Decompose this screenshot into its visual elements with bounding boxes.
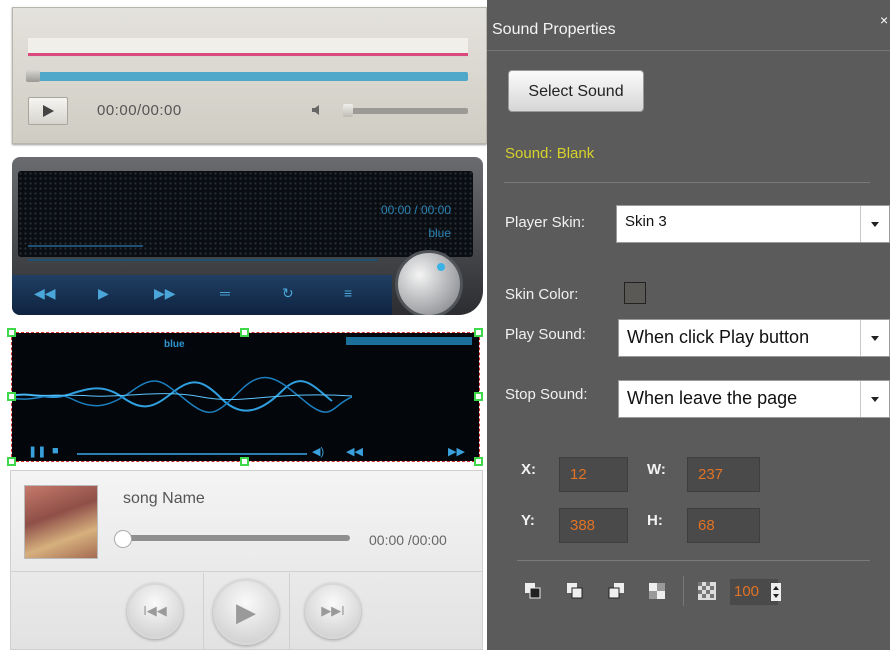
playlist-icon[interactable]: ≡ [344,285,352,301]
skin-color-label: blue [428,226,451,240]
chevron-down-icon[interactable] [860,206,889,242]
play-button[interactable] [28,97,68,125]
player-skin-value: Skin 3 [625,213,667,230]
volume-knob[interactable] [343,104,353,117]
chevron-down-icon[interactable] [860,320,889,356]
volume-slider[interactable] [343,108,468,114]
previous-track-button[interactable]: I◀◀ [127,583,183,639]
select-sound-button[interactable]: Select Sound [508,70,644,112]
repeat-icon[interactable]: ↻ [282,285,294,302]
stop-sound-label: Stop Sound: [505,386,588,403]
time-display: 00:00 / 00:00 [380,203,451,217]
bring-to-front-icon[interactable] [523,581,543,601]
next-track-button[interactable]: ▶▶I [305,583,361,639]
y-label: Y: [521,512,535,529]
resize-handle[interactable] [240,328,249,337]
divider [289,573,290,649]
volume-dial[interactable] [395,250,463,315]
divider [683,576,684,606]
player-skin-label: Player Skin: [505,214,586,231]
x-input[interactable]: 12 [559,457,628,492]
play-sound-label: Play Sound: [505,326,586,343]
rewind-icon[interactable]: ◀◀ [34,285,56,302]
y-input[interactable]: 388 [559,508,628,543]
bring-forward-icon[interactable] [565,581,585,601]
resize-handle[interactable] [474,457,483,466]
play-button[interactable]: ▶ [213,579,279,645]
resize-handle[interactable] [7,392,16,401]
send-to-back-icon[interactable] [647,581,667,601]
x-label: X: [521,461,536,478]
resize-handle[interactable] [474,328,483,337]
progress-line [28,245,143,247]
h-input[interactable]: 68 [687,508,760,543]
sound-properties-panel: Sound Properties × Select Sound Sound: B… [487,0,890,650]
volume-icon[interactable] [311,103,325,117]
panel-title: Sound Properties [492,21,616,38]
seek-bar[interactable] [118,535,350,541]
sound-status: Sound: Blank [505,145,595,162]
stop-icon[interactable]: ═ [220,285,230,301]
player-skin-1[interactable]: 00:00/00:00 [12,7,487,144]
progress-line [28,53,468,56]
divider [11,571,482,572]
player-skin-2[interactable]: 00:00 / 00:00 blue ◀◀ ▶ ▶▶ ═ ↻ ≡ [12,157,483,315]
song-name: song Name [123,490,205,507]
play-sound-value: When click Play button [627,327,810,347]
player-screen: 00:00 / 00:00 blue [18,171,473,261]
stop-sound-select[interactable]: When leave the page [618,380,890,418]
opacity-icon [698,582,716,600]
resize-handle[interactable] [474,392,483,401]
seek-knob[interactable] [114,530,132,548]
resize-handle[interactable] [7,457,16,466]
divider [504,182,870,183]
close-icon[interactable]: × [880,12,888,28]
album-art [24,485,98,559]
h-label: H: [647,512,663,529]
skin-color-swatch[interactable] [624,282,646,304]
send-backward-icon[interactable] [607,581,627,601]
spinner-icon[interactable] [771,583,781,601]
fast-forward-icon[interactable]: ▶▶ [154,285,176,302]
time-display: 00:00 /00:00 [369,532,447,548]
play-icon[interactable]: ▶ [98,285,109,302]
divider [517,560,870,561]
player-skin-select[interactable]: Skin 3 [616,205,890,243]
seek-bar[interactable] [28,72,468,81]
stop-sound-value: When leave the page [627,388,798,408]
selection-frame [11,332,480,462]
divider [203,573,204,649]
skin-color-label: Skin Color: [505,286,579,303]
divider [487,50,890,51]
resize-handle[interactable] [7,328,16,337]
time-display: 00:00/00:00 [97,102,182,119]
chevron-down-icon[interactable] [860,381,889,417]
player-skin-4[interactable]: song Name 00:00 /00:00 I◀◀ ▶ ▶▶I [10,470,483,650]
play-sound-select[interactable]: When click Play button [618,319,890,357]
w-label: W: [647,461,666,478]
seek-knob[interactable] [26,70,40,82]
w-input[interactable]: 237 [687,457,760,492]
resize-handle[interactable] [240,457,249,466]
control-bar [12,275,392,315]
seek-line [28,259,378,261]
